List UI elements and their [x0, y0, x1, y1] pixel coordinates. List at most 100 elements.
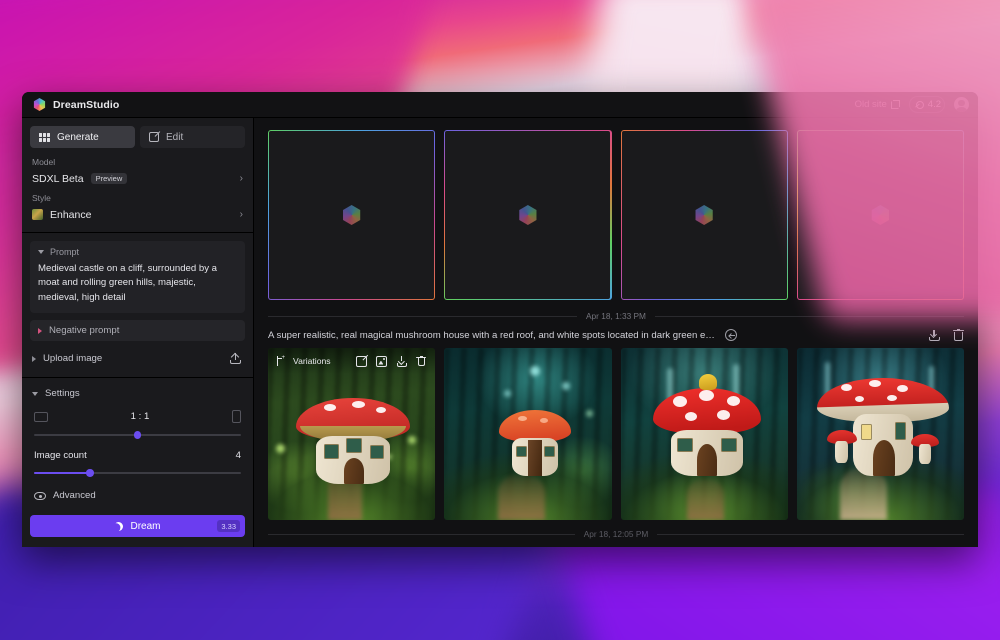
hexagon-logo-icon — [33, 98, 46, 111]
hexagon-logo-icon — [519, 205, 537, 225]
hexagon-logo-icon — [871, 205, 889, 225]
dream-cost-badge: 3.33 — [217, 520, 240, 532]
generated-image-2[interactable] — [444, 348, 612, 520]
chevron-right-icon: › — [239, 173, 243, 184]
loading-tile-2[interactable] — [444, 130, 612, 300]
hover-actions — [356, 355, 427, 367]
model-preview-badge: Preview — [90, 173, 128, 184]
model-section-label: Model — [32, 157, 56, 167]
moon-icon — [114, 522, 123, 531]
chevron-right-icon: › — [239, 209, 243, 220]
prompt-header[interactable]: Prompt — [38, 247, 237, 257]
portrait-ratio-icon[interactable] — [231, 410, 241, 424]
dream-button[interactable]: Dream 3.33 — [30, 515, 245, 537]
dream-button-label: Dream — [130, 520, 161, 532]
dream-button-wrap: Dream 3.33 — [22, 515, 253, 547]
advanced-settings-row[interactable]: Advanced — [34, 490, 241, 501]
variations-label[interactable]: Variations — [293, 356, 331, 366]
image-count-slider[interactable] — [34, 468, 241, 478]
image-icon[interactable] — [376, 355, 388, 367]
download-icon[interactable] — [396, 355, 407, 367]
image-count-label: Image count — [34, 450, 87, 462]
date-divider: Apr 18, 1:33 PM — [268, 311, 964, 321]
settings-header[interactable]: Settings — [32, 388, 243, 399]
tab-generate[interactable]: Generate — [30, 126, 135, 148]
tab-generate-label: Generate — [57, 131, 99, 143]
loading-tile-4[interactable] — [796, 130, 964, 300]
style-selector[interactable]: Enhance › — [22, 205, 253, 224]
landscape-ratio-icon[interactable] — [34, 411, 48, 422]
settings-label: Settings — [45, 388, 80, 400]
result-prompt-text[interactable]: A super realistic, real magical mushroom… — [268, 330, 716, 341]
aspect-ratio-row: 1 : 1 — [34, 410, 241, 424]
sidebar-tabs: Generate Edit — [22, 126, 253, 157]
tab-edit[interactable]: Edit — [140, 126, 245, 148]
pencil-icon — [149, 132, 159, 142]
title-bar: DreamStudio Old site 4.2 — [22, 92, 978, 118]
loading-tiles-row — [268, 130, 964, 300]
credits-value: 4.2 — [927, 99, 941, 110]
negative-prompt-label: Negative prompt — [49, 325, 120, 337]
edit-icon[interactable] — [356, 355, 368, 367]
bottom-date-text: Apr 18, 12:05 PM — [583, 529, 649, 539]
title-bar-right: Old site 4.2 — [855, 96, 969, 113]
old-site-link[interactable]: Old site — [855, 99, 900, 110]
dreamstudio-window: DreamStudio Old site 4.2 Generate Edit M… — [22, 92, 978, 547]
upload-icon[interactable] — [230, 353, 241, 365]
reuse-prompt-icon[interactable] — [725, 329, 737, 341]
style-section-label: Style — [32, 193, 51, 203]
trash-icon[interactable] — [416, 355, 427, 367]
bottom-date-divider: Apr 18, 12:05 PM — [268, 529, 965, 539]
coin-icon — [915, 100, 924, 109]
main-panel: Apr 18, 1:33 PM A super realistic, real … — [254, 118, 978, 547]
model-selector[interactable]: SDXL Beta Preview › — [22, 169, 253, 188]
generated-images-row: + Variations — [268, 348, 964, 520]
hexagon-logo-icon — [343, 205, 361, 225]
image-count-row: Image count 4 — [34, 450, 241, 461]
style-value: Enhance — [50, 208, 92, 221]
hexagon-logo-icon — [695, 205, 713, 225]
aspect-ratio-slider[interactable] — [34, 430, 241, 440]
external-link-icon — [890, 100, 900, 109]
app-title: DreamStudio — [53, 98, 120, 111]
trash-icon[interactable] — [953, 329, 964, 341]
prompt-label: Prompt — [50, 247, 80, 257]
slider-fill — [34, 472, 90, 474]
slider-knob[interactable] — [133, 431, 142, 439]
branch-icon: + — [276, 355, 285, 366]
aspect-ratio-value: 1 : 1 — [130, 411, 150, 423]
user-avatar-icon[interactable] — [954, 97, 969, 112]
chevron-right-icon — [32, 355, 36, 362]
download-icon[interactable] — [928, 329, 940, 341]
advanced-label: Advanced — [53, 490, 96, 502]
sidebar: Generate Edit Model SDXL Beta Preview › … — [22, 118, 254, 547]
result-actions — [928, 329, 964, 341]
sidebar-divider — [22, 232, 253, 233]
slider-knob[interactable] — [86, 469, 94, 477]
old-site-label: Old site — [854, 99, 887, 110]
chevron-down-icon — [38, 250, 44, 254]
generated-image-1[interactable]: + Variations — [268, 348, 436, 520]
style-thumbnail-icon — [32, 209, 43, 220]
prompt-field[interactable]: Prompt Medieval castle on a cliff, surro… — [30, 241, 245, 314]
credits-pill[interactable]: 4.2 — [908, 96, 945, 113]
generated-image-3[interactable] — [620, 348, 788, 520]
grid-icon — [39, 132, 50, 142]
desktop-wallpaper: DreamStudio Old site 4.2 Generate Edit M… — [0, 0, 1000, 640]
image-count-value: 4 — [235, 450, 241, 462]
prompt-text[interactable]: Medieval castle on a cliff, surrounded b… — [38, 262, 237, 305]
negative-prompt-field[interactable]: Negative prompt — [30, 320, 245, 342]
upload-image-label: Upload image — [43, 353, 103, 365]
eye-icon — [34, 491, 46, 500]
result-prompt-bar: A super realistic, real magical mushroom… — [268, 329, 964, 341]
loading-tile-1[interactable] — [268, 130, 436, 300]
loading-tile-3[interactable] — [620, 130, 788, 300]
window-body: Generate Edit Model SDXL Beta Preview › … — [22, 118, 978, 547]
image-hover-toolbar: + Variations — [268, 348, 436, 374]
chevron-down-icon — [32, 391, 38, 396]
model-value: SDXL Beta — [32, 172, 84, 185]
generated-image-4[interactable] — [796, 348, 964, 520]
sidebar-divider — [22, 377, 253, 379]
chevron-right-icon — [38, 327, 42, 334]
upload-image-row[interactable]: Upload image — [30, 348, 245, 369]
